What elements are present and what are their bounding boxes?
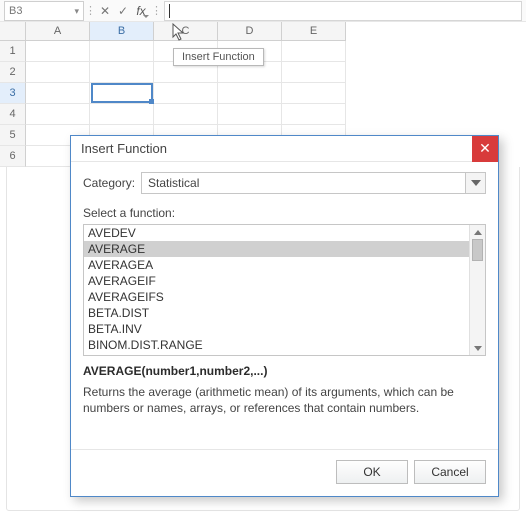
list-item[interactable]: BETA.DIST — [84, 305, 469, 321]
row-header[interactable]: 1 — [0, 41, 26, 62]
cell[interactable] — [90, 104, 154, 125]
formula-input[interactable] — [164, 1, 522, 21]
close-icon: ✕ — [479, 140, 491, 157]
confirm-entry-button[interactable]: ✓ — [114, 0, 132, 21]
list-item[interactable]: BETA.INV — [84, 321, 469, 337]
scrollbar[interactable] — [469, 225, 485, 355]
function-description: Returns the average (arithmetic mean) of… — [83, 384, 486, 416]
cancel-button[interactable]: Cancel — [414, 460, 486, 484]
col-header-e[interactable]: E — [282, 22, 346, 41]
insert-function-button[interactable]: fx — [132, 0, 150, 21]
function-signature: AVERAGE(number1,number2,...) — [83, 364, 486, 378]
chevron-down-icon: ▾ — [74, 6, 79, 17]
cancel-entry-button[interactable]: ✕ — [96, 0, 114, 21]
col-header-c[interactable]: C — [154, 22, 218, 41]
select-function-label: Select a function: — [83, 206, 486, 220]
row-header[interactable]: 4 — [0, 104, 26, 125]
tooltip-text: Insert Function — [182, 51, 255, 63]
close-button[interactable]: ✕ — [472, 136, 498, 162]
cell[interactable] — [90, 41, 154, 62]
function-listbox[interactable]: AVEDEVAVERAGEAVERAGEAAVERAGEIFAVERAGEIFS… — [83, 224, 486, 356]
scroll-up-button[interactable] — [470, 225, 485, 239]
cell-selection — [91, 83, 153, 103]
cell[interactable] — [282, 104, 346, 125]
insert-function-dialog: Insert Function ✕ Category: Statistical … — [70, 135, 499, 497]
cell[interactable] — [26, 104, 90, 125]
col-header-b[interactable]: B — [90, 22, 154, 41]
cell[interactable] — [282, 41, 346, 62]
list-item[interactable]: AVERAGEIF — [84, 273, 469, 289]
x-icon: ✕ — [100, 4, 110, 18]
check-icon: ✓ — [118, 4, 128, 18]
cell[interactable] — [154, 104, 218, 125]
cell[interactable] — [282, 83, 346, 104]
list-item[interactable]: BINOM.DIST.RANGE — [84, 337, 469, 353]
select-all-corner[interactable] — [0, 22, 26, 41]
scroll-track[interactable] — [470, 239, 485, 341]
row-header[interactable]: 3 — [0, 83, 26, 104]
chevron-down-icon — [471, 180, 481, 186]
cell[interactable] — [218, 83, 282, 104]
list-item[interactable]: AVERAGEA — [84, 257, 469, 273]
cell[interactable] — [154, 83, 218, 104]
separator: ⋮ — [150, 0, 162, 21]
category-dropdown-button[interactable] — [465, 173, 485, 193]
chevron-up-icon — [474, 230, 482, 235]
dialog-titlebar[interactable]: Insert Function ✕ — [71, 136, 498, 162]
list-item[interactable]: AVERAGE — [84, 241, 469, 257]
list-item[interactable]: AVEDEV — [84, 225, 469, 241]
name-box-value: B3 — [9, 5, 22, 17]
list-item[interactable]: AVERAGEIFS — [84, 289, 469, 305]
category-value: Statistical — [148, 176, 199, 190]
fx-icon: fx — [136, 4, 145, 18]
col-header-a[interactable]: A — [26, 22, 90, 41]
tooltip: Insert Function — [173, 48, 264, 66]
scroll-thumb[interactable] — [472, 239, 483, 261]
cell[interactable] — [90, 62, 154, 83]
separator: ⋮ — [84, 0, 96, 21]
name-box[interactable]: B3 ▾ — [4, 1, 84, 21]
cell[interactable] — [218, 104, 282, 125]
cell[interactable] — [26, 62, 90, 83]
row-header[interactable]: 2 — [0, 62, 26, 83]
category-label: Category: — [83, 176, 135, 190]
ok-button[interactable]: OK — [336, 460, 408, 484]
col-header-d[interactable]: D — [218, 22, 282, 41]
cell[interactable] — [282, 62, 346, 83]
row-header[interactable]: 6 — [0, 146, 26, 167]
category-combo[interactable]: Statistical — [141, 172, 486, 194]
cell[interactable] — [26, 83, 90, 104]
row-header[interactable]: 5 — [0, 125, 26, 146]
cell[interactable] — [26, 41, 90, 62]
formula-bar: B3 ▾ ⋮ ✕ ✓ fx ⋮ — [0, 0, 526, 22]
scroll-down-button[interactable] — [470, 341, 485, 355]
chevron-down-icon — [474, 346, 482, 351]
dialog-title: Insert Function — [81, 141, 167, 156]
